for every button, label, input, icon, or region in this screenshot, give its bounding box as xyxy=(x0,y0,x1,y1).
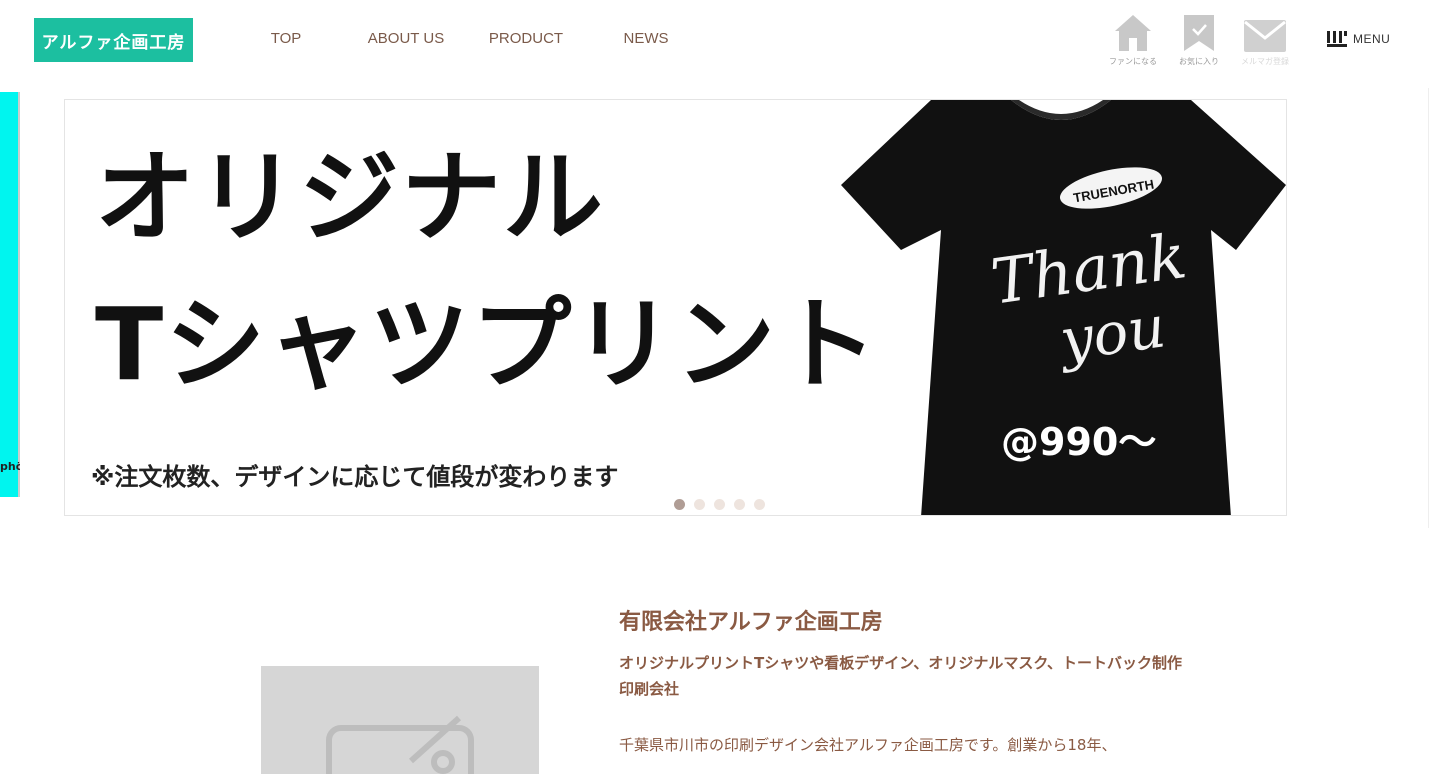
header-actions: ファンになる お気に入り メルマガ登録 xyxy=(1100,14,1298,67)
company-description: 千葉県市川市の印刷デザイン会社アルファ企画工房です。創業から18年、 xyxy=(619,736,1117,754)
newsletter-button[interactable]: メルマガ登録 xyxy=(1232,14,1298,67)
slide-note: ※注文枚数、デザインに応じて値段が変わります xyxy=(91,463,619,491)
home-icon xyxy=(1115,15,1151,51)
fan-button[interactable]: ファンになる xyxy=(1100,14,1166,67)
company-image-placeholder xyxy=(261,666,539,774)
slide-headline-2: Tシャツプリント xyxy=(95,286,880,403)
menu-label: MENU xyxy=(1353,32,1391,46)
mail-icon xyxy=(1244,20,1286,52)
slider-pagination xyxy=(674,499,774,510)
price-text: @990～ xyxy=(1001,420,1156,464)
tshirt-image: TRUENORTH Thank you @990～ xyxy=(841,100,1286,515)
company-name: 有限会社アルファ企画工房 xyxy=(619,610,883,635)
nav-product[interactable]: PRODUCT xyxy=(466,28,586,50)
slider-dot[interactable] xyxy=(734,499,745,510)
menu-button[interactable]: MENU xyxy=(1326,30,1390,48)
bookmark-icon xyxy=(1184,15,1214,51)
hero-slide[interactable]: オリジナル Tシャツプリント ※注文枚数、デザインに応じて値段が変わります TR… xyxy=(64,99,1287,516)
slider-dot[interactable] xyxy=(754,499,765,510)
nav-top[interactable]: TOP xyxy=(226,28,346,50)
global-nav: TOP ABOUT US PRODUCT NEWS xyxy=(226,28,706,50)
site-header: アルファ企画工房 TOP ABOUT US PRODUCT NEWS ファンにな… xyxy=(0,0,1440,80)
favorite-button[interactable]: お気に入り xyxy=(1166,14,1232,67)
slider-dot[interactable] xyxy=(714,499,725,510)
newsletter-label: メルマガ登録 xyxy=(1241,57,1289,66)
slide-headline-1: オリジナル xyxy=(95,139,605,256)
fan-label: ファンになる xyxy=(1109,57,1157,66)
next-slide-peek[interactable] xyxy=(1428,88,1440,528)
favorite-label: お気に入り xyxy=(1179,57,1219,66)
slider-dot[interactable] xyxy=(694,499,705,510)
prev-slide-peek[interactable]: phö xyxy=(0,92,20,497)
site-logo[interactable]: アルファ企画工房 xyxy=(34,18,193,62)
nav-news[interactable]: NEWS xyxy=(586,28,706,50)
nav-about-us[interactable]: ABOUT US xyxy=(346,28,466,50)
logo-text: アルファ企画工房 xyxy=(41,32,186,53)
company-intro: 有限会社アルファ企画工房 オリジナルプリントTシャツや看板デザイン、オリジナルマ… xyxy=(619,608,1189,760)
slider-dot[interactable] xyxy=(674,499,685,510)
prev-slide-text: phö xyxy=(0,460,20,473)
prev-slide-image xyxy=(0,92,20,497)
image-placeholder-icon xyxy=(326,715,474,774)
menu-icon xyxy=(1327,31,1347,47)
company-tagline: オリジナルプリントTシャツや看板デザイン、オリジナルマスク、トートバック制作印刷… xyxy=(619,654,1182,698)
